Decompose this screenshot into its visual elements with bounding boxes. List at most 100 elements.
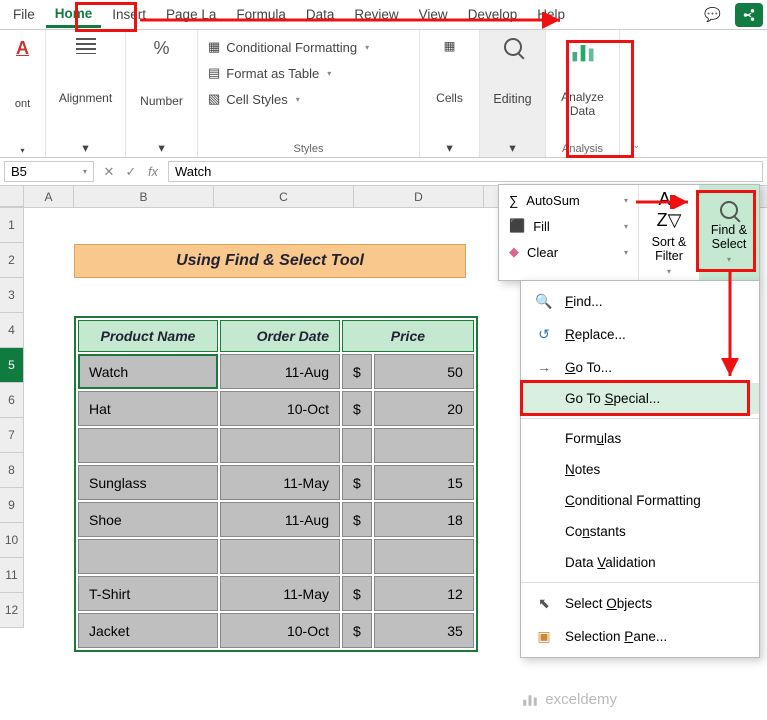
row-header-9[interactable]: 9 [0, 488, 24, 523]
cell-styles-icon: ▧ [208, 91, 220, 107]
cell-currency[interactable]: $ [342, 354, 372, 389]
cells-button[interactable]: ▦ [440, 36, 460, 55]
cell-product[interactable] [78, 539, 218, 574]
col-header-b[interactable]: B [74, 186, 214, 207]
col-header-a[interactable]: A [24, 186, 74, 207]
cell-price[interactable]: 15 [374, 465, 474, 500]
table-row[interactable]: Hat10-Oct$20 [78, 391, 474, 426]
fill-button[interactable]: ⬛ Fill▾ [505, 216, 632, 236]
alignment-button[interactable] [72, 36, 100, 56]
row-header-6[interactable]: 6 [0, 383, 24, 418]
enter-formula-icon[interactable]: ✓ [120, 164, 142, 180]
col-header-d[interactable]: D [354, 186, 484, 207]
menu-data-validation[interactable]: Data Validation [521, 547, 759, 578]
table-row[interactable]: Watch11-Aug$50 [78, 354, 474, 389]
cell-styles-button[interactable]: ▧ Cell Styles▾ [206, 88, 371, 110]
cell-product[interactable]: Jacket [78, 613, 218, 648]
autosum-button[interactable]: ∑ AutoSum▾ [505, 191, 632, 210]
row-header-2[interactable]: 2 [0, 243, 24, 278]
cell-date[interactable] [220, 428, 340, 463]
cell-price[interactable] [374, 428, 474, 463]
comments-icon[interactable]: 💬 [696, 3, 729, 27]
editing-button[interactable] [500, 36, 526, 58]
cell-date[interactable]: 11-Aug [220, 502, 340, 537]
font-color-button[interactable]: A [12, 36, 33, 61]
menu-select-objects[interactable]: ⬉Select Objects [521, 587, 759, 620]
eraser-icon: ◆ [509, 244, 519, 260]
select-all-corner[interactable] [0, 186, 24, 207]
row-header-10[interactable]: 10 [0, 523, 24, 558]
cell-product[interactable]: T-Shirt [78, 576, 218, 611]
cells-icon: ▦ [444, 38, 456, 53]
cell-product[interactable]: Shoe [78, 502, 218, 537]
table-row[interactable]: Jacket10-Oct$35 [78, 613, 474, 648]
analyze-icon [569, 38, 597, 66]
menu-cond-fmt[interactable]: Conditional Formatting [521, 485, 759, 516]
cell-product[interactable]: Hat [78, 391, 218, 426]
name-box[interactable]: B5▾ [4, 161, 94, 182]
row-header-3[interactable]: 3 [0, 278, 24, 313]
table-row[interactable]: Sunglass11-May$15 [78, 465, 474, 500]
cell-price[interactable]: 12 [374, 576, 474, 611]
table-row[interactable]: Shoe11-Aug$18 [78, 502, 474, 537]
cell-price[interactable]: 20 [374, 391, 474, 426]
cell-currency[interactable]: $ [342, 391, 372, 426]
row-header-11[interactable]: 11 [0, 558, 24, 593]
find-select-button[interactable]: Find & Select▾ [699, 185, 759, 280]
replace-icon: ↺ [535, 326, 553, 343]
cell-date[interactable]: 10-Oct [220, 613, 340, 648]
cell-currency[interactable] [342, 428, 372, 463]
cell-price[interactable] [374, 539, 474, 574]
formula-input[interactable]: Watch [168, 161, 763, 182]
cell-price[interactable]: 18 [374, 502, 474, 537]
row-header-5[interactable]: 5 [0, 348, 24, 383]
table-row[interactable]: T-Shirt11-May$12 [78, 576, 474, 611]
cell-product[interactable]: Sunglass [78, 465, 218, 500]
ribbon-collapse-icon[interactable]: ⌄ [632, 140, 640, 151]
row-header-12[interactable]: 12 [0, 593, 24, 628]
cell-date[interactable]: 11-May [220, 465, 340, 500]
row-header-4[interactable]: 4 [0, 313, 24, 348]
cancel-formula-icon[interactable]: ✕ [98, 164, 120, 180]
menu-selection-pane[interactable]: ▣Selection Pane... [521, 620, 759, 653]
menu-formulas[interactable]: Formulas [521, 423, 759, 454]
analyze-data-button[interactable] [565, 36, 601, 68]
conditional-formatting-button[interactable]: ▦ Conditional Formatting▾ [206, 36, 371, 58]
cell-date[interactable]: 11-Aug [220, 354, 340, 389]
fx-icon[interactable]: fx [142, 164, 164, 179]
cell-date[interactable]: 10-Oct [220, 391, 340, 426]
sheet-title: Using Find & Select Tool [74, 244, 466, 278]
alignment-label: Alignment [59, 91, 112, 105]
cell-date[interactable]: 11-May [220, 576, 340, 611]
cell-currency[interactable]: $ [342, 613, 372, 648]
cell-currency[interactable]: $ [342, 465, 372, 500]
percent-icon: % [153, 38, 169, 59]
clear-button[interactable]: ◆ Clear▾ [505, 242, 632, 262]
th-price: Price [342, 320, 474, 352]
menu-notes[interactable]: Notes [521, 454, 759, 485]
cell-currency[interactable]: $ [342, 576, 372, 611]
row-header-7[interactable]: 7 [0, 418, 24, 453]
cell-price[interactable]: 50 [374, 354, 474, 389]
sigma-icon: ∑ [509, 193, 518, 208]
table-row[interactable] [78, 428, 474, 463]
row-header-8[interactable]: 8 [0, 453, 24, 488]
tab-home[interactable]: Home [46, 2, 102, 28]
cell-currency[interactable] [342, 539, 372, 574]
format-as-table-button[interactable]: ▤ Format as Table▾ [206, 62, 371, 84]
cell-currency[interactable]: $ [342, 502, 372, 537]
share-button[interactable] [735, 3, 763, 27]
cell-date[interactable] [220, 539, 340, 574]
row-header-1[interactable]: 1 [0, 208, 24, 243]
cell-product[interactable] [78, 428, 218, 463]
tab-file[interactable]: File [4, 3, 44, 26]
th-date: Order Date [220, 320, 340, 352]
fill-icon: ⬛ [509, 218, 525, 234]
menu-goto-special[interactable]: Go To Special... [521, 383, 759, 414]
menu-constants[interactable]: Constants [521, 516, 759, 547]
cell-price[interactable]: 35 [374, 613, 474, 648]
table-row[interactable] [78, 539, 474, 574]
cell-product[interactable]: Watch [78, 354, 218, 389]
col-header-c[interactable]: C [214, 186, 354, 207]
number-button[interactable]: % [149, 36, 173, 61]
